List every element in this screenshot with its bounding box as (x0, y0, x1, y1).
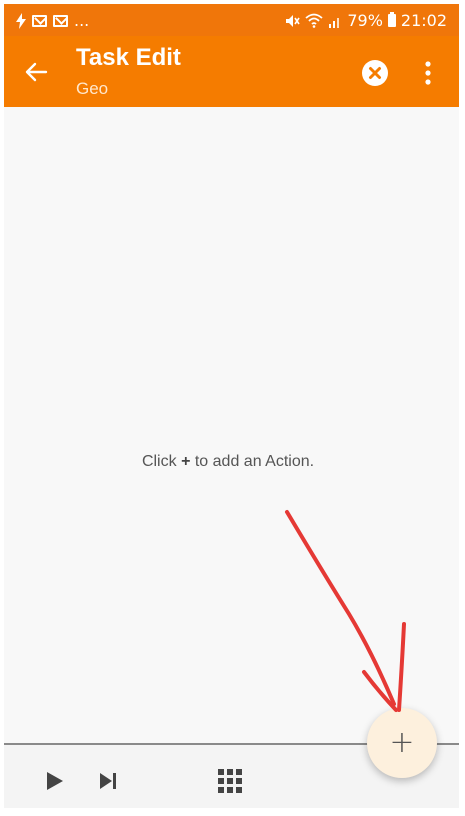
hint-plus: + (181, 453, 191, 470)
page-title: Task Edit (76, 44, 181, 71)
battery-percent: 79% (347, 11, 383, 30)
wifi-icon (305, 13, 323, 28)
add-action-button[interactable]: + (367, 708, 437, 778)
status-bar: ... 79% 21:02 (4, 4, 459, 36)
hint-suffix: to add an Action. (194, 453, 315, 470)
arrow-back-icon[interactable] (20, 56, 52, 88)
action-list: Click + to add an Action. (4, 107, 459, 743)
skip-next-icon[interactable] (94, 767, 122, 795)
screen: ... 79% 21:02 Task Edit Geo Click + to a… (4, 4, 459, 808)
page-subtitle: Geo (76, 79, 109, 98)
flash-icon (16, 12, 26, 29)
status-overflow: ... (74, 11, 90, 30)
app-bar: Task Edit Geo (4, 36, 459, 107)
status-left: ... (16, 11, 89, 30)
status-time: 21:02 (400, 11, 447, 30)
gmail-icon (32, 14, 47, 27)
play-icon[interactable] (40, 767, 68, 795)
hint-prefix: Click (141, 453, 177, 470)
empty-hint: Click + to add an Action. (4, 453, 452, 471)
signal-icon (329, 17, 340, 28)
close-circle-icon[interactable] (361, 59, 389, 87)
battery-icon (387, 12, 396, 27)
more-vert-icon[interactable] (416, 56, 440, 90)
grid-icon[interactable] (214, 765, 246, 797)
mute-icon (286, 14, 300, 27)
status-right: 79% 21:02 (284, 11, 447, 30)
gmail-icon (53, 14, 68, 27)
